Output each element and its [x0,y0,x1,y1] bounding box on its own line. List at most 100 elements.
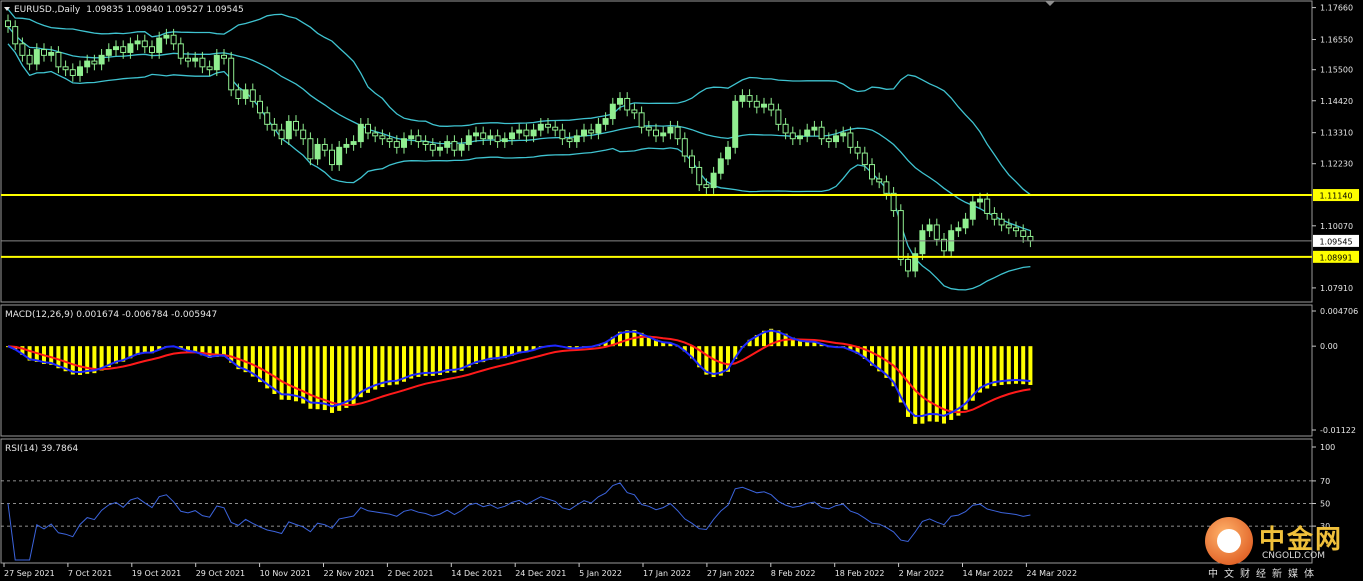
date-tick-label: 19 Oct 2021 [132,569,181,578]
candle [667,126,674,134]
candle [559,129,566,140]
date-tick-label: 18 Feb 2022 [835,569,885,578]
candle [689,155,695,168]
candle [869,164,875,180]
macd-histogram-bar [949,346,954,420]
candle [955,227,962,232]
candle [1013,227,1019,232]
candle [746,95,753,102]
candle [271,123,278,131]
macd-histogram-bar [402,346,406,382]
macd-histogram-bar [927,346,932,422]
candle [969,201,976,220]
candle [55,51,62,68]
candle [415,135,422,143]
candle [681,138,688,157]
macd-histogram-bar [423,346,428,376]
date-tick-label: 14 Dec 2021 [451,569,502,578]
macd-histogram-bar [445,346,450,373]
candle [768,103,775,111]
candle [552,126,559,131]
candle [19,43,26,56]
rsi-tick-label: 50 [1320,500,1330,509]
macd-histogram-bar [344,346,349,408]
candle [905,258,911,272]
candle [509,132,515,140]
candle [501,138,508,143]
candle [26,54,33,65]
candle [977,198,983,203]
candle [775,109,782,125]
level-price-text: 1.11140 [1319,192,1352,201]
rsi-panel[interactable] [0,438,1313,564]
candle [177,43,184,59]
candle [379,135,386,140]
candle [833,135,839,143]
macd-histogram-bar [963,346,968,410]
macd-histogram-bar [286,346,291,400]
candle [804,129,811,137]
candle [33,49,40,65]
macd-histogram-bar [416,346,421,377]
macd-panel[interactable] [0,304,1313,437]
candle [847,132,854,148]
candle [617,97,623,105]
candle [84,60,91,68]
candle [357,123,364,143]
rsi-tick-label: 70 [1320,477,1330,486]
macd-histogram-bar [920,346,925,424]
candle [293,120,299,131]
candle [717,158,724,174]
candle [473,132,479,137]
candle [530,129,537,137]
candle [141,40,148,48]
chart-canvas[interactable]: 1.11140 1.08991 1.09545 1.17660 1.16550 1.15… [0,0,1363,581]
candles [5,14,1034,278]
shift-marker-icon[interactable] [1045,1,1055,6]
candle [235,89,242,99]
date-tick-label: 5 Jan 2022 [579,569,622,578]
candle [588,129,595,134]
candle [825,138,832,143]
candle [566,138,573,143]
macd-tick-label: 0.004706 [1320,307,1358,316]
date-tick-label: 27 Sep 2021 [4,569,55,578]
candle [991,212,998,220]
candle [609,103,616,120]
macd-histogram-bar [1021,346,1026,385]
candle [919,230,926,255]
candle [602,118,609,125]
candle [653,129,659,137]
candle [458,143,465,151]
candle [264,112,271,125]
price-tick-label: 1.07910 [1320,284,1353,293]
candle [329,149,335,166]
date-tick-label: 7 Oct 2021 [68,569,112,578]
macd-histogram-bar [978,346,982,393]
macd-label: MACD(12,26,9) 0.001674 -0.006784 -0.0059… [5,310,217,320]
macd-histogram-bar [373,346,378,390]
candle [753,100,760,108]
candle [451,141,458,151]
macd-series [6,328,1033,424]
candle [487,135,494,140]
candle [1027,235,1034,242]
candle [645,126,652,131]
candle [365,123,371,134]
candle [933,224,940,240]
candle [77,66,83,76]
price-tick-label: 1.17660 [1320,4,1353,13]
candle [1020,230,1027,237]
rsi-line [7,482,1031,561]
candle [278,129,285,140]
macd-histogram-bar [85,346,90,374]
rsi-label: RSI(14) 39.7864 [5,444,78,454]
candle [48,51,55,56]
candle [285,120,292,140]
candle [156,37,163,53]
date-tick-label: 22 Nov 2021 [324,569,375,578]
date-tick-label: 17 Jan 2022 [643,569,691,578]
candle [624,97,631,111]
candle [134,40,141,45]
horizontal-levels[interactable]: 1.11140 1.08991 1.09545 [1,189,1359,263]
